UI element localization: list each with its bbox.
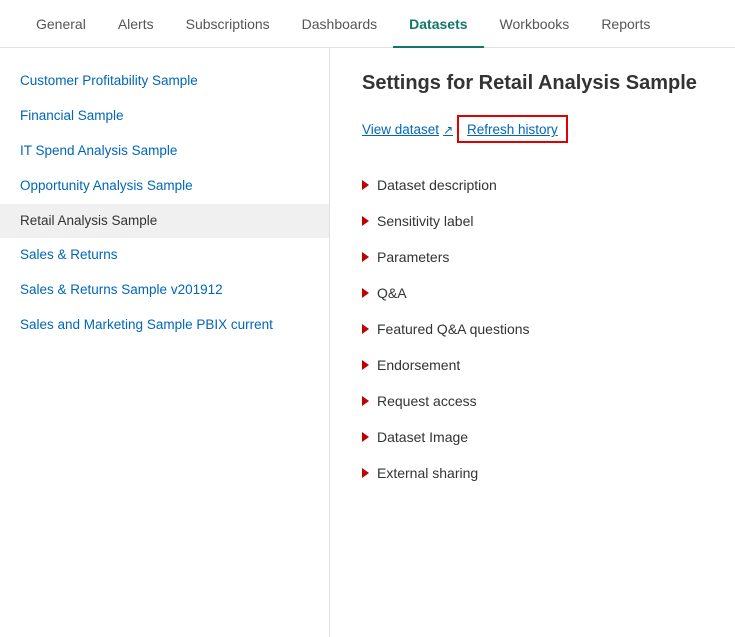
- top-navigation: GeneralAlertsSubscriptionsDashboardsData…: [0, 0, 735, 48]
- nav-item-datasets[interactable]: Datasets: [393, 0, 483, 48]
- expand-icon: [362, 396, 369, 406]
- view-dataset-label: View dataset: [362, 122, 439, 137]
- section-item-dataset-image[interactable]: Dataset Image: [362, 419, 703, 455]
- expand-icon: [362, 324, 369, 334]
- section-label: Sensitivity label: [377, 213, 474, 229]
- settings-sections: Dataset description Sensitivity label Para…: [362, 167, 703, 491]
- nav-item-dashboards[interactable]: Dashboards: [286, 0, 394, 48]
- sidebar-item-financial-sample[interactable]: Financial Sample: [0, 99, 329, 134]
- section-label: Parameters: [377, 249, 449, 265]
- main-layout: Customer Profitability SampleFinancial S…: [0, 48, 735, 637]
- section-label: Featured Q&A questions: [377, 321, 530, 337]
- expand-icon: [362, 216, 369, 226]
- section-item-sensitivity-label[interactable]: Sensitivity label: [362, 203, 703, 239]
- view-dataset-link[interactable]: View dataset ↗: [362, 122, 453, 137]
- nav-item-workbooks[interactable]: Workbooks: [484, 0, 586, 48]
- nav-item-reports[interactable]: Reports: [585, 0, 666, 48]
- nav-item-subscriptions[interactable]: Subscriptions: [170, 0, 286, 48]
- section-item-featured-qa-questions[interactable]: Featured Q&A questions: [362, 311, 703, 347]
- section-label: Dataset description: [377, 177, 497, 193]
- sidebar-item-sales--returns[interactable]: Sales & Returns: [0, 238, 329, 273]
- section-label: Request access: [377, 393, 477, 409]
- nav-item-general[interactable]: General: [20, 0, 102, 48]
- refresh-history-box: Refresh history: [457, 115, 568, 143]
- section-label: Q&A: [377, 285, 407, 301]
- refresh-history-link[interactable]: Refresh history: [467, 122, 558, 137]
- nav-item-alerts[interactable]: Alerts: [102, 0, 170, 48]
- sidebar-item-customer-profitability-sample[interactable]: Customer Profitability Sample: [0, 64, 329, 99]
- section-item-endorsement[interactable]: Endorsement: [362, 347, 703, 383]
- sidebar-item-sales-and-marketing-sample-pbix-current[interactable]: Sales and Marketing Sample PBIX current: [0, 308, 329, 343]
- page-title: Settings for Retail Analysis Sample: [362, 72, 703, 95]
- external-link-icon: ↗: [443, 123, 453, 137]
- section-label: Dataset Image: [377, 429, 468, 445]
- expand-icon: [362, 180, 369, 190]
- section-label: Endorsement: [377, 357, 460, 373]
- expand-icon: [362, 432, 369, 442]
- section-item-parameters[interactable]: Parameters: [362, 239, 703, 275]
- sidebar-item-sales--returns-sample-v201912[interactable]: Sales & Returns Sample v201912: [0, 273, 329, 308]
- section-item-request-access[interactable]: Request access: [362, 383, 703, 419]
- section-item-external-sharing[interactable]: External sharing: [362, 455, 703, 491]
- sidebar-item-opportunity-analysis-sample[interactable]: Opportunity Analysis Sample: [0, 169, 329, 204]
- expand-icon: [362, 252, 369, 262]
- sidebar-item-retail-analysis-sample[interactable]: Retail Analysis Sample: [0, 204, 329, 239]
- expand-icon: [362, 360, 369, 370]
- section-item-dataset-description[interactable]: Dataset description: [362, 167, 703, 203]
- section-label: External sharing: [377, 465, 478, 481]
- dataset-sidebar: Customer Profitability SampleFinancial S…: [0, 48, 330, 637]
- sidebar-item-it-spend-analysis-sample[interactable]: IT Spend Analysis Sample: [0, 134, 329, 169]
- expand-icon: [362, 288, 369, 298]
- settings-content: Settings for Retail Analysis Sample View…: [330, 48, 735, 637]
- expand-icon: [362, 468, 369, 478]
- section-item-qa[interactable]: Q&A: [362, 275, 703, 311]
